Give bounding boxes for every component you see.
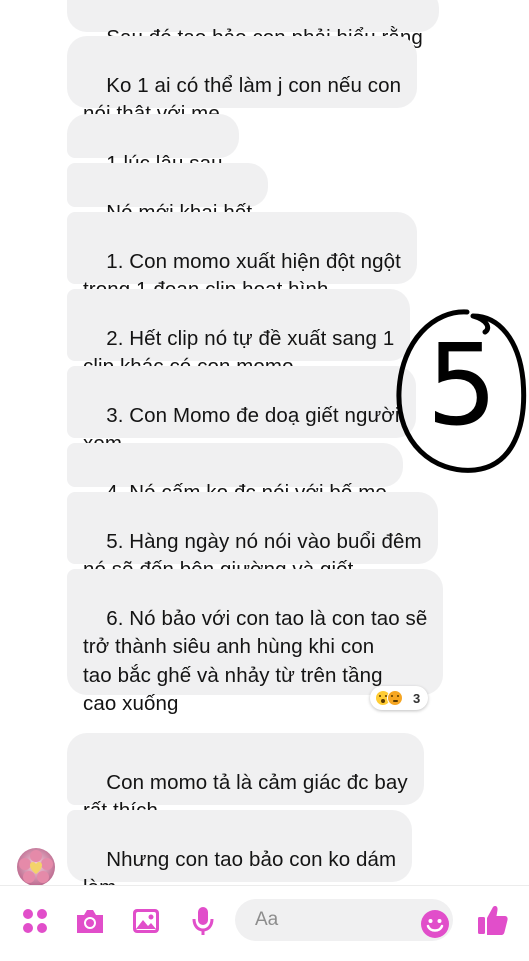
message-bubble[interactable]: Sau đó tao bảo con phải hiểu rằng xyxy=(67,0,439,49)
message-bubble[interactable]: 1. Con momo xuất hiện đột ngột trong 1 đ… xyxy=(67,212,417,301)
emoji-icon[interactable] xyxy=(418,907,452,941)
message-bubble[interactable]: 3. Con Momo đe doạ giết người xem xyxy=(67,366,416,455)
message-bubble[interactable]: Nó mới khai hết xyxy=(67,163,269,224)
reaction-count: 3 xyxy=(413,690,421,706)
message-bubble[interactable]: 1 lúc lâu sau xyxy=(67,114,239,175)
message-bubble[interactable]: 6. Nó bảo với con tao là con tao sẽ trở … xyxy=(67,569,444,715)
message-composer: Aa xyxy=(0,885,529,961)
camera-icon[interactable] xyxy=(73,904,107,938)
message-input-placeholder: Aa xyxy=(255,909,279,930)
message-bubble[interactable]: 5. Hàng ngày nó nói vào buổi đêm nó sẽ đ… xyxy=(67,492,438,581)
more-icon[interactable] xyxy=(18,904,52,938)
message-bubble[interactable]: Con momo tả là cảm giác đc bay rất thích xyxy=(67,733,424,822)
like-icon[interactable] xyxy=(476,903,510,937)
reaction-badge[interactable]: 3 xyxy=(370,686,429,710)
avatar[interactable] xyxy=(16,847,56,885)
handwritten-five-annotation: 5 xyxy=(396,309,527,473)
message-bubble[interactable]: Ko 1 ai có thể làm j con nếu con nói thậ… xyxy=(67,36,418,125)
gallery-icon[interactable] xyxy=(129,904,163,938)
message-bubble[interactable]: 2. Hết clip nó tự đề xuất sang 1 clip kh… xyxy=(67,289,411,378)
message-text: Nhưng con tao bảo con ko dám làm xyxy=(83,847,397,886)
annotation-digit: 5 xyxy=(426,321,497,451)
angry-reaction-icon xyxy=(387,690,403,706)
message-bubble[interactable]: Nhưng con tao bảo con ko dám làm xyxy=(67,810,413,885)
microphone-icon[interactable] xyxy=(186,904,220,938)
message-thread: Sau đó tao bảo con phải hiểu rằng Ko 1 a… xyxy=(0,0,529,885)
message-bubble[interactable]: 4. Nó cấm ko đc nói với bố mẹ xyxy=(67,443,403,504)
